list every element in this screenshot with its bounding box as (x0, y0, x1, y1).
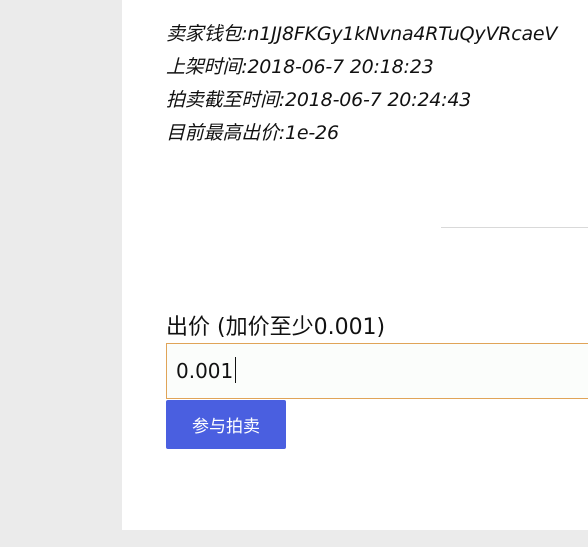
highest-bid-value: 1e-26 (285, 122, 339, 144)
page: 卖家钱包:n1JJ8FKGy1kNvna4RTuQyVRcaeV 上架时间:20… (0, 0, 588, 547)
bid-input-label: 出价 (加价至少0.001) (166, 315, 386, 340)
listed-time-label: 上架时间: (166, 56, 248, 78)
join-auction-button[interactable]: 参与拍卖 (166, 400, 286, 449)
bid-amount-input[interactable] (167, 344, 588, 398)
bid-input-container (166, 343, 588, 399)
highest-bid-label: 目前最高出价: (166, 122, 286, 144)
listed-time-line: 上架时间:2018-06-7 20:18:23 (166, 54, 434, 80)
highest-bid-line: 目前最高出价:1e-26 (166, 120, 339, 146)
deadline-line: 拍卖截至时间:2018-06-7 20:24:43 (166, 87, 471, 113)
deadline-label: 拍卖截至时间: (166, 89, 286, 111)
text-caret (235, 357, 236, 383)
seller-wallet-value: n1JJ8FKGy1kNvna4RTuQyVRcaeV (247, 23, 558, 45)
listed-time-value: 2018-06-7 20:18:23 (247, 56, 434, 78)
section-divider (441, 227, 588, 228)
seller-wallet-line: 卖家钱包:n1JJ8FKGy1kNvna4RTuQyVRcaeV (166, 21, 557, 47)
seller-wallet-label: 卖家钱包: (166, 23, 248, 45)
deadline-value: 2018-06-7 20:24:43 (285, 89, 472, 111)
